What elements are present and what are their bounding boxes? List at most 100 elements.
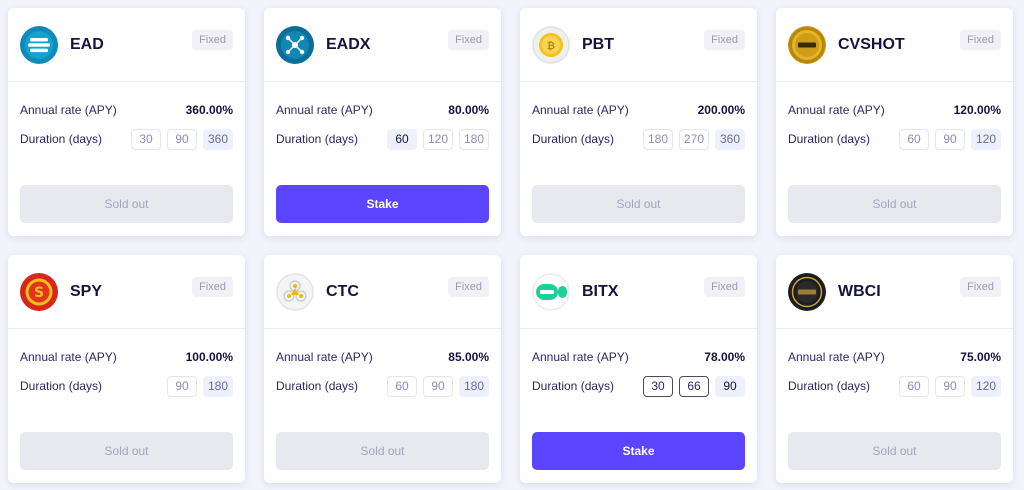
spy-logo-icon: S — [20, 272, 58, 311]
duration-options: 180 270 360 — [643, 128, 745, 150]
apy-row: Annual rate (APY) 80.00% — [276, 102, 489, 118]
apy-row: Annual rate (APY) 78.00% — [532, 349, 745, 365]
card-header: ₿ PBT Fixed — [520, 8, 757, 82]
apy-value: 78.00% — [704, 350, 745, 364]
fixed-badge: Fixed — [192, 30, 233, 50]
staking-card-eadx: EADX Fixed Annual rate (APY) 80.00% Dura… — [264, 8, 501, 236]
card-header: S SPY Fixed — [8, 255, 245, 329]
stake-button[interactable]: Stake — [276, 185, 489, 223]
duration-option[interactable]: 180 — [643, 128, 673, 150]
apy-row: Annual rate (APY) 100.00% — [20, 349, 233, 365]
duration-label: Duration (days) — [788, 379, 871, 393]
staking-card-wbci: WBCI Fixed Annual rate (APY) 75.00% Dura… — [776, 255, 1013, 483]
token-name: CVSHOT — [838, 35, 905, 53]
duration-option[interactable]: 180 — [459, 128, 489, 150]
token-name: EAD — [70, 35, 104, 53]
svg-text:₿: ₿ — [547, 40, 555, 52]
duration-option[interactable]: 90 — [423, 375, 453, 397]
apy-label: Annual rate (APY) — [788, 350, 885, 364]
duration-options: 60 120 180 — [387, 128, 489, 150]
duration-label: Duration (days) — [788, 132, 871, 146]
duration-option[interactable]: 120 — [971, 375, 1001, 397]
svg-text:S: S — [34, 285, 44, 301]
apy-row: Annual rate (APY) 85.00% — [276, 349, 489, 365]
apy-value: 360.00% — [185, 103, 233, 117]
ead-logo-icon — [20, 25, 58, 64]
fixed-badge: Fixed — [704, 30, 745, 50]
apy-value: 85.00% — [448, 350, 489, 364]
duration-option[interactable]: 60 — [899, 375, 929, 397]
duration-option[interactable]: 120 — [971, 128, 1001, 150]
apy-label: Annual rate (APY) — [20, 103, 117, 117]
apy-row: Annual rate (APY) 360.00% — [20, 102, 233, 118]
duration-row: Duration (days) 30 66 90 — [532, 375, 745, 397]
bitx-logo-icon — [532, 272, 570, 311]
duration-options: 60 90 120 — [899, 128, 1001, 150]
duration-options: 30 66 90 — [643, 375, 745, 397]
duration-label: Duration (days) — [532, 379, 615, 393]
staking-card-ctc: CTC Fixed Annual rate (APY) 85.00% Durat… — [264, 255, 501, 483]
duration-option[interactable]: 90 — [167, 128, 197, 150]
token-name: EADX — [326, 35, 371, 53]
apy-label: Annual rate (APY) — [276, 103, 373, 117]
apy-row: Annual rate (APY) 120.00% — [788, 102, 1001, 118]
wbci-logo-icon — [788, 272, 826, 311]
duration-option[interactable]: 60 — [387, 375, 417, 397]
duration-option[interactable]: 360 — [203, 128, 233, 150]
duration-label: Duration (days) — [276, 132, 359, 146]
duration-label: Duration (days) — [532, 132, 615, 146]
fixed-badge: Fixed — [960, 277, 1001, 297]
duration-options: 60 90 180 — [387, 375, 489, 397]
duration-option[interactable]: 60 — [387, 128, 417, 150]
eadx-logo-icon — [276, 25, 314, 64]
apy-label: Annual rate (APY) — [788, 103, 885, 117]
duration-row: Duration (days) 60 90 120 — [788, 128, 1001, 150]
card-header: CTC Fixed — [264, 255, 501, 329]
sold-out-button[interactable]: Sold out — [20, 185, 233, 223]
duration-option[interactable]: 270 — [679, 128, 709, 150]
apy-value: 100.00% — [185, 350, 233, 364]
card-header: WBCI Fixed — [776, 255, 1013, 329]
staking-grid: EAD Fixed Annual rate (APY) 360.00% Dura… — [8, 8, 1013, 483]
duration-option[interactable]: 180 — [459, 375, 489, 397]
fixed-badge: Fixed — [704, 277, 745, 297]
duration-option[interactable]: 90 — [935, 375, 965, 397]
stake-button[interactable]: Stake — [532, 432, 745, 470]
duration-row: Duration (days) 60 90 120 — [788, 375, 1001, 397]
token-name: SPY — [70, 282, 103, 300]
apy-row: Annual rate (APY) 75.00% — [788, 349, 1001, 365]
apy-row: Annual rate (APY) 200.00% — [532, 102, 745, 118]
fixed-badge: Fixed — [960, 30, 1001, 50]
duration-option[interactable]: 360 — [715, 128, 745, 150]
sold-out-button[interactable]: Sold out — [276, 432, 489, 470]
duration-option[interactable]: 66 — [679, 375, 709, 397]
duration-option[interactable]: 30 — [643, 375, 673, 397]
duration-option[interactable]: 180 — [203, 375, 233, 397]
duration-row: Duration (days) 60 90 180 — [276, 375, 489, 397]
duration-row: Duration (days) 90 180 — [20, 375, 233, 397]
apy-label: Annual rate (APY) — [20, 350, 117, 364]
duration-option[interactable]: 90 — [715, 375, 745, 397]
sold-out-button[interactable]: Sold out — [532, 185, 745, 223]
duration-option[interactable]: 60 — [899, 128, 929, 150]
card-header: EAD Fixed — [8, 8, 245, 82]
apy-value: 80.00% — [448, 103, 489, 117]
duration-label: Duration (days) — [20, 132, 103, 146]
staking-card-bitx: BITX Fixed Annual rate (APY) 78.00% Dura… — [520, 255, 757, 483]
duration-option[interactable]: 90 — [167, 375, 197, 397]
duration-option[interactable]: 120 — [423, 128, 453, 150]
duration-option[interactable]: 30 — [131, 128, 161, 150]
fixed-badge: Fixed — [192, 277, 233, 297]
apy-label: Annual rate (APY) — [276, 350, 373, 364]
sold-out-button[interactable]: Sold out — [788, 185, 1001, 223]
duration-label: Duration (days) — [20, 379, 103, 393]
apy-value: 75.00% — [960, 350, 1001, 364]
duration-options: 60 90 120 — [899, 375, 1001, 397]
duration-option[interactable]: 90 — [935, 128, 965, 150]
apy-value: 200.00% — [697, 103, 745, 117]
duration-options: 90 180 — [167, 375, 233, 397]
apy-label: Annual rate (APY) — [532, 350, 629, 364]
fixed-badge: Fixed — [448, 277, 489, 297]
sold-out-button[interactable]: Sold out — [20, 432, 233, 470]
sold-out-button[interactable]: Sold out — [788, 432, 1001, 470]
